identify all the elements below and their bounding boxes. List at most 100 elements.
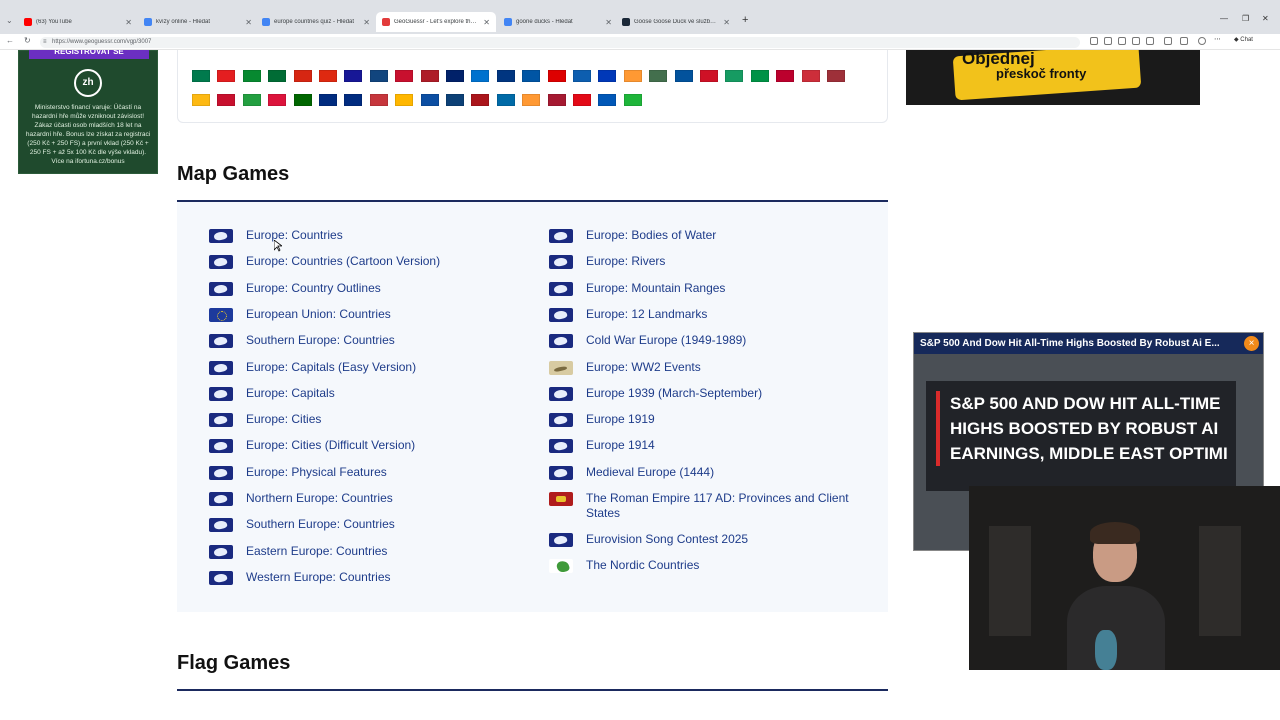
country-flag-icon[interactable] (242, 70, 261, 82)
country-flag-icon[interactable] (522, 94, 541, 106)
map-game-link[interactable]: Europe: Country Outlines (209, 281, 529, 296)
country-flag-icon[interactable] (573, 70, 591, 82)
country-flag-icon[interactable] (776, 70, 795, 82)
country-flag-icon[interactable] (496, 94, 515, 106)
country-flag-icon[interactable] (827, 70, 845, 82)
country-flag-icon[interactable] (369, 94, 388, 106)
tab-close-icon[interactable]: ✕ (125, 18, 132, 27)
favorites-icon[interactable] (1180, 37, 1188, 45)
country-flag-icon[interactable] (242, 94, 261, 106)
country-flag-icon[interactable] (420, 94, 439, 106)
map-game-link[interactable]: Europe: WW2 Events (549, 360, 849, 375)
country-flag-icon[interactable] (471, 70, 490, 82)
map-game-link[interactable]: Europe: Capitals (209, 386, 529, 401)
country-flag-icon[interactable] (547, 70, 566, 82)
country-flag-icon[interactable] (496, 70, 515, 82)
country-flag-icon[interactable] (268, 94, 287, 106)
extensions-icon[interactable] (1164, 37, 1172, 45)
country-flag-icon[interactable] (522, 70, 541, 82)
map-game-link[interactable]: Southern Europe: Countries (209, 517, 529, 533)
map-game-link[interactable]: Europe: Capitals (Easy Version) (209, 360, 529, 375)
browser-tab[interactable]: Goose Goose Duck ve službě Stea ✕ (616, 12, 736, 32)
tab-close-icon[interactable]: ✕ (605, 18, 612, 27)
minimize-icon[interactable]: — (1220, 14, 1228, 23)
tab-close-icon[interactable]: ✕ (483, 18, 490, 27)
map-game-link[interactable]: Europe: Bodies of Water (549, 228, 849, 243)
map-game-link[interactable]: Western Europe: Countries (209, 570, 529, 585)
tab-close-icon[interactable]: ✕ (245, 18, 252, 27)
translate-icon[interactable] (1104, 37, 1112, 45)
reload-icon[interactable]: ↻ (24, 36, 31, 45)
map-game-link[interactable]: European Union: Countries (209, 307, 529, 322)
browser-tab[interactable]: kvízy online - Hledat ✕ (138, 12, 258, 32)
country-flag-icon[interactable] (446, 70, 464, 82)
map-game-link[interactable]: Europe: Cities (209, 412, 529, 428)
favorite-star-icon[interactable] (1146, 37, 1154, 45)
browser-tab[interactable]: GeoGuessr - Let's explore the wor ✕ (376, 12, 496, 32)
close-window-icon[interactable]: ✕ (1262, 14, 1269, 23)
ad-register-badge[interactable]: REGISTROVAT SE (29, 50, 149, 59)
country-flag-icon[interactable] (674, 70, 693, 82)
country-flag-icon[interactable] (471, 94, 490, 106)
map-game-link[interactable]: Europe: 12 Landmarks (549, 307, 849, 322)
reading-view-icon[interactable] (1132, 37, 1140, 45)
more-menu-icon[interactable]: ⋯ (1214, 35, 1222, 43)
install-app-icon[interactable] (1090, 37, 1098, 45)
copilot-chat-button[interactable]: ◆ Chat (1234, 36, 1253, 43)
site-info-icon[interactable]: ≡ (43, 37, 47, 48)
country-flag-icon[interactable] (725, 70, 744, 82)
new-tab-button[interactable]: + (742, 14, 748, 26)
map-game-link[interactable]: Europe: Countries (209, 228, 529, 243)
country-flag-icon[interactable] (420, 70, 439, 82)
country-flag-icon[interactable] (750, 70, 769, 82)
tab-close-icon[interactable]: ✕ (363, 18, 370, 27)
map-game-link[interactable]: Medieval Europe (1444) (549, 465, 849, 480)
map-game-link[interactable]: The Nordic Countries (549, 558, 849, 573)
country-flag-icon[interactable] (217, 94, 236, 106)
address-bar[interactable]: ≡ https://www.geoguessr.com/vgp/3007 (40, 37, 1080, 48)
country-flag-icon[interactable] (598, 70, 617, 82)
profile-avatar[interactable] (1198, 37, 1206, 45)
country-flag-icon[interactable] (293, 94, 312, 106)
country-flag-icon[interactable] (573, 94, 591, 106)
browser-tab[interactable]: (63) YouTube ✕ (18, 12, 138, 32)
map-game-link[interactable]: Europe 1919 (549, 412, 849, 428)
country-flag-icon[interactable] (598, 94, 617, 106)
country-flag-icon[interactable] (547, 94, 566, 106)
map-game-link[interactable]: Southern Europe: Countries (209, 333, 529, 349)
map-game-link[interactable]: Northern Europe: Countries (209, 491, 529, 506)
map-game-link[interactable]: Europe: Mountain Ranges (549, 281, 849, 296)
map-game-link[interactable]: Eurovision Song Contest 2025 (549, 532, 849, 547)
map-game-link[interactable]: Europe: Physical Features (209, 465, 529, 480)
zoom-icon[interactable] (1118, 37, 1126, 45)
map-game-link[interactable]: Europe 1914 (549, 438, 849, 454)
country-flag-icon[interactable] (268, 70, 287, 82)
tab-search-icon[interactable]: ⌄ (6, 16, 13, 25)
map-game-link[interactable]: Cold War Europe (1949-1989) (549, 333, 849, 349)
country-flag-icon[interactable] (192, 94, 210, 106)
map-game-link[interactable]: Europe: Cities (Difficult Version) (209, 438, 529, 454)
news-close-button[interactable]: × (1244, 336, 1259, 351)
country-flag-icon[interactable] (623, 94, 642, 106)
country-flag-icon[interactable] (395, 94, 414, 106)
map-game-link[interactable]: Europe: Countries (Cartoon Version) (209, 254, 529, 270)
left-casino-ad[interactable]: REGISTROVAT SE zh Ministerstvo financí v… (18, 50, 158, 174)
country-flag-icon[interactable] (217, 70, 236, 82)
country-flag-icon[interactable] (192, 70, 210, 82)
country-flag-icon[interactable] (700, 70, 718, 82)
country-flag-icon[interactable] (395, 70, 414, 82)
country-flag-icon[interactable] (369, 70, 388, 82)
country-flag-icon[interactable] (319, 94, 337, 106)
map-game-link[interactable]: The Roman Empire 117 AD: Provinces and C… (549, 491, 849, 521)
browser-tab[interactable]: goone ducks - Hledat ✕ (498, 12, 618, 32)
country-flag-icon[interactable] (649, 70, 668, 82)
back-icon[interactable]: ← (6, 36, 14, 45)
country-flag-icon[interactable] (801, 70, 820, 82)
country-flag-icon[interactable] (319, 70, 337, 82)
maximize-icon[interactable]: ❐ (1242, 14, 1249, 23)
tab-close-icon[interactable]: ✕ (723, 18, 730, 27)
country-flag-icon[interactable] (344, 94, 363, 106)
map-game-link[interactable]: Europe 1939 (March-September) (549, 386, 849, 401)
map-game-link[interactable]: Europe: Rivers (549, 254, 849, 270)
country-flag-icon[interactable] (344, 70, 363, 82)
